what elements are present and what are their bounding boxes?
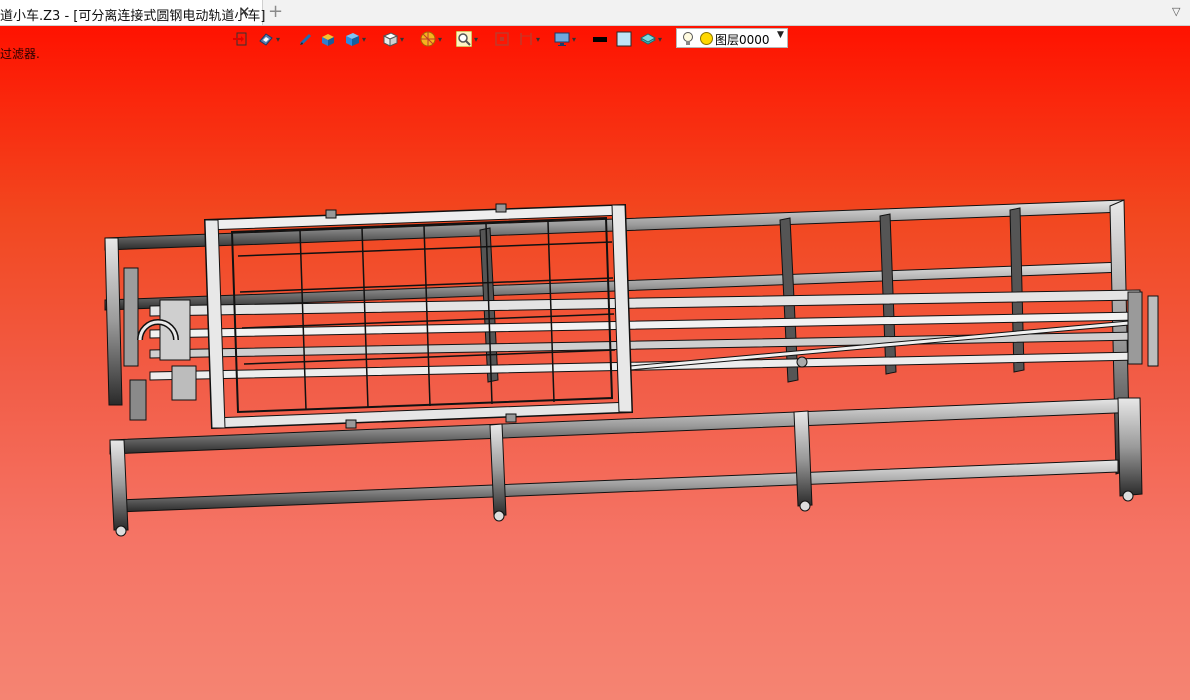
- light-bulb-icon: [682, 31, 694, 50]
- sketch-button[interactable]: [298, 28, 314, 50]
- tab-title: 道小车.Z3 - [可分离连接式圆钢电动轨道小车]: [0, 9, 266, 24]
- pencil-icon: [298, 31, 314, 47]
- standard-view-button[interactable]: ▾: [382, 28, 404, 50]
- black-line-icon: [592, 31, 608, 47]
- left-end-assembly: [123, 267, 197, 421]
- render-mode-button[interactable]: ▾: [344, 28, 366, 50]
- view-orient-icon: [258, 31, 274, 47]
- exit-button[interactable]: [232, 28, 248, 50]
- status-message: 过滤器.: [0, 47, 40, 61]
- fit-frame-icon: [494, 31, 510, 47]
- line-color-button[interactable]: [592, 28, 608, 50]
- display-monitor-icon: [554, 31, 570, 47]
- slide-rails: [149, 289, 1159, 381]
- tab-bar: 道小车.Z3 - [可分离连接式圆钢电动轨道小车] ✕ + ▽: [0, 0, 1190, 26]
- fit-view-button[interactable]: [494, 28, 510, 50]
- chevron-down-icon: ▾: [400, 34, 405, 44]
- chevron-down-icon: ▾: [572, 34, 577, 44]
- chevron-down-icon: ▾: [536, 34, 541, 44]
- chevron-down-icon: ▾: [362, 34, 367, 44]
- close-icon[interactable]: ✕: [238, 2, 251, 22]
- dimension-button[interactable]: ▾: [518, 28, 540, 50]
- light-blue-square-icon: [616, 31, 632, 47]
- blue-cube-icon: [344, 31, 360, 47]
- yellow-circle-icon: [700, 32, 713, 45]
- chevron-down-icon: ▾: [276, 34, 281, 44]
- layer-select-value: 图层0000: [715, 33, 770, 47]
- zoom-button[interactable]: ▾: [455, 28, 479, 50]
- white-cube-icon: [382, 31, 399, 47]
- zoom-icon: [455, 30, 473, 48]
- layer-select[interactable]: 图层0000 ▼: [676, 28, 788, 48]
- chevron-down-icon: ▾: [474, 34, 479, 44]
- section-wheel-icon: [420, 31, 436, 47]
- 3d-viewport[interactable]: 过滤器.: [0, 26, 1190, 700]
- layer-manager-button[interactable]: ▾: [639, 28, 663, 50]
- chevron-down-icon: ▾: [438, 34, 443, 44]
- shaded-view-button[interactable]: [320, 28, 336, 50]
- shaded-cube-icon: [320, 31, 336, 47]
- face-color-button[interactable]: [616, 28, 632, 50]
- document-tab[interactable]: 道小车.Z3 - [可分离连接式圆钢电动轨道小车] ✕: [0, 0, 266, 25]
- view-orient-button[interactable]: ▾: [258, 28, 280, 50]
- chevron-down-icon: ▼: [777, 30, 784, 40]
- chevron-down-icon[interactable]: ▽: [1172, 3, 1180, 21]
- display-settings-button[interactable]: ▾: [554, 28, 576, 50]
- section-view-button[interactable]: ▾: [420, 28, 442, 50]
- layer-stack-icon: [639, 31, 657, 47]
- dimension-icon: [518, 31, 534, 47]
- chevron-down-icon: ▾: [658, 34, 663, 44]
- plus-icon[interactable]: +: [268, 1, 283, 23]
- exit-icon: [232, 31, 248, 47]
- rail-cart-model: [104, 199, 1159, 537]
